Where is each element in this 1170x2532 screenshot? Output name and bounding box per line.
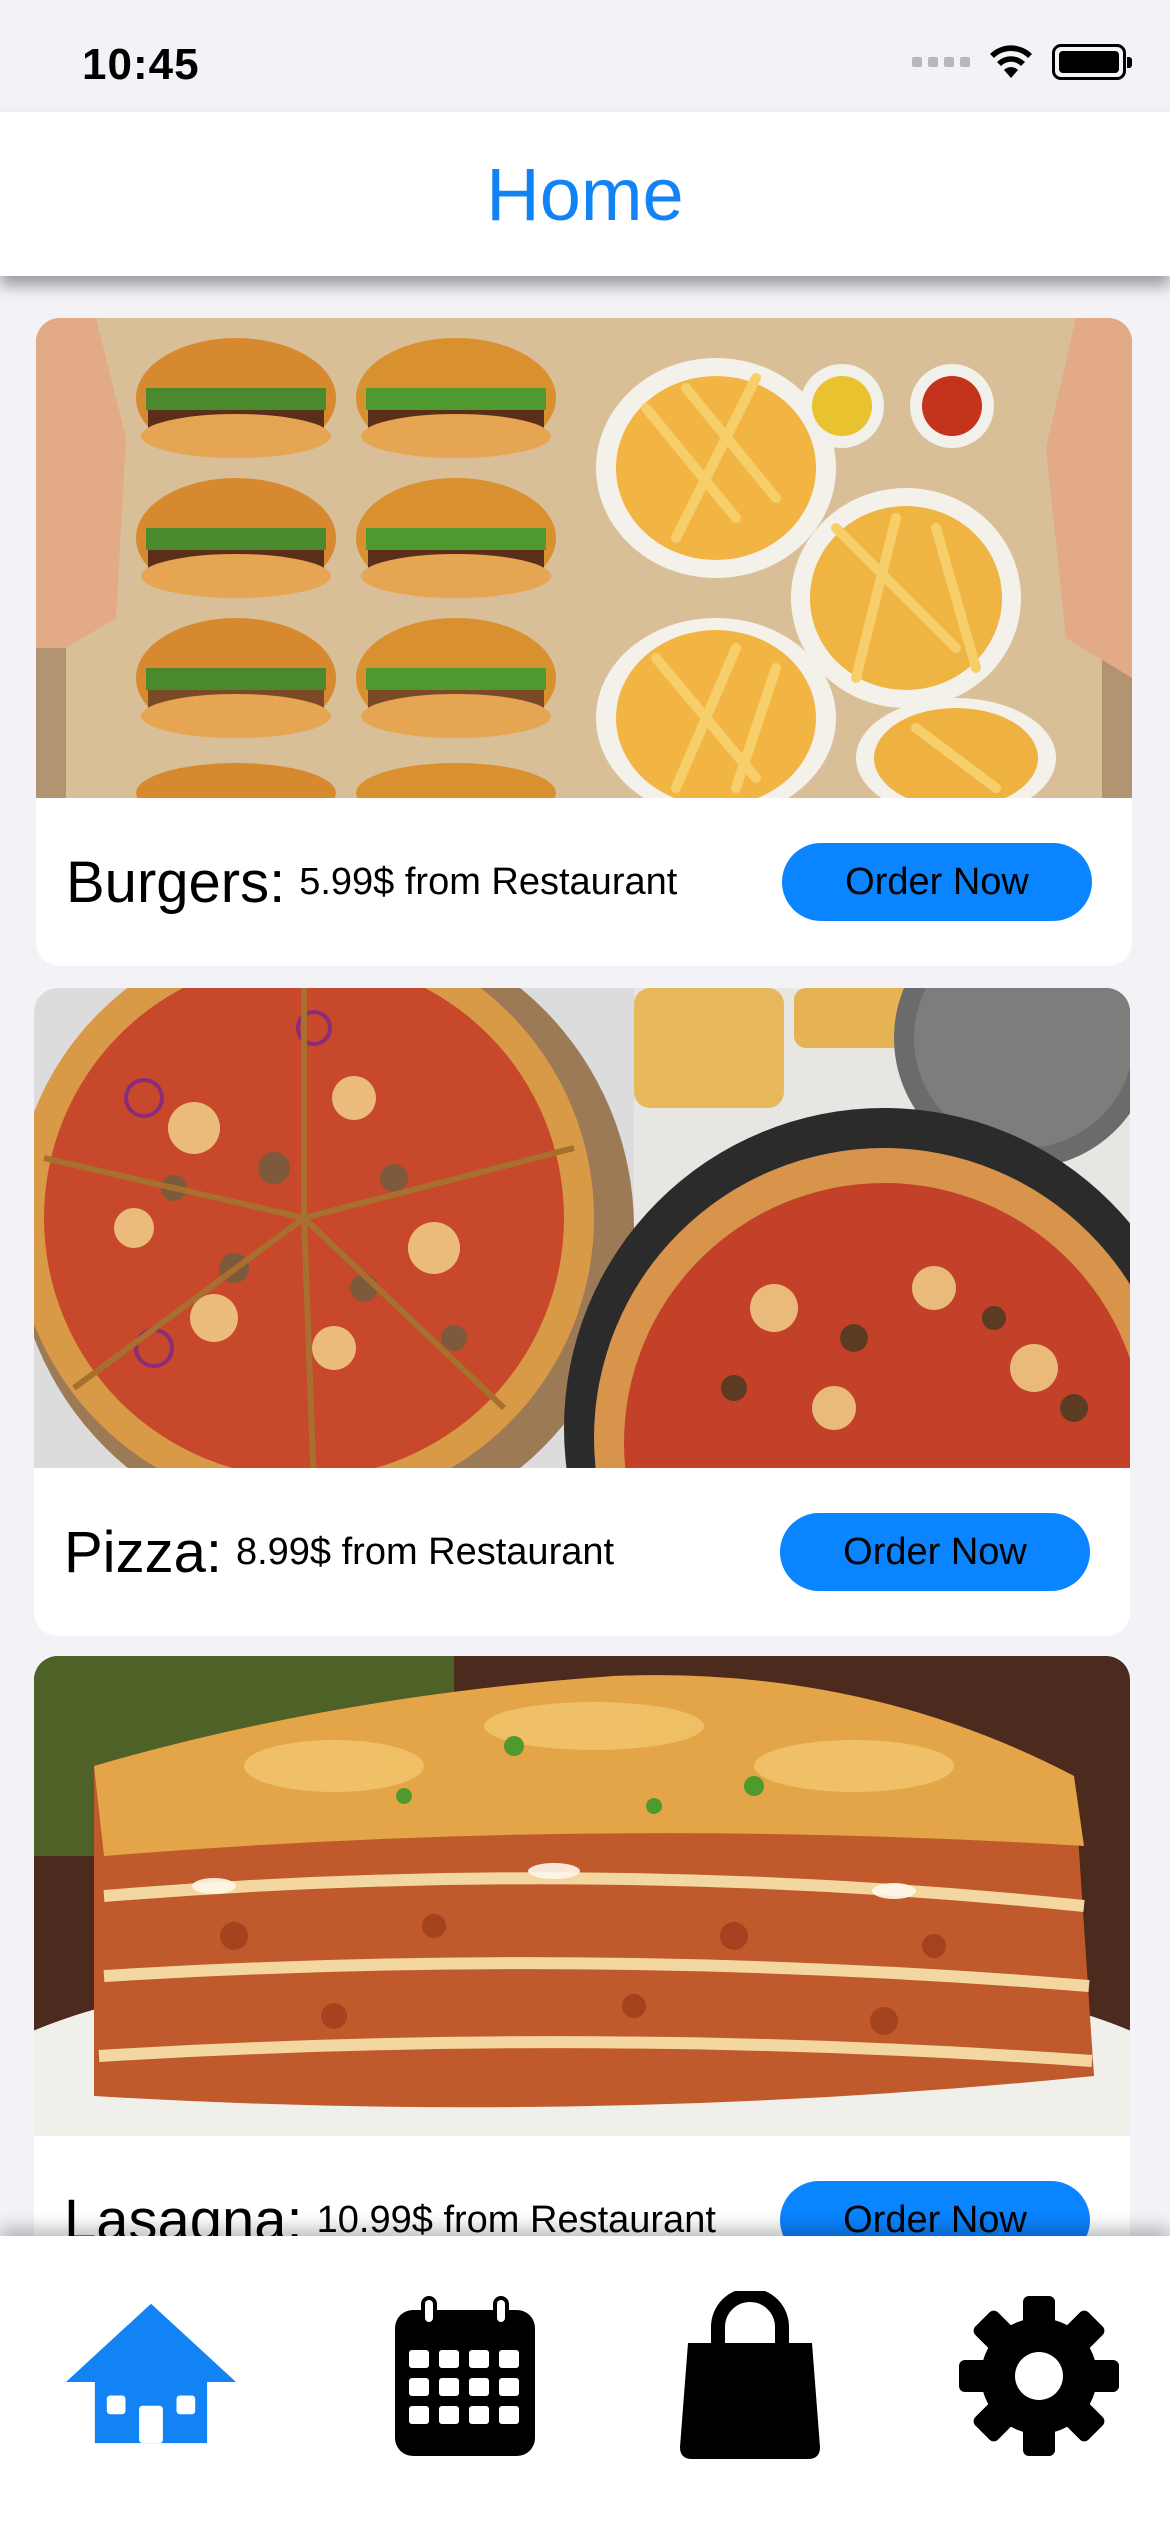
pizza-image: [34, 988, 1130, 1468]
status-bar: 10:45: [0, 0, 1170, 112]
order-now-button[interactable]: Order Now: [780, 2181, 1090, 2236]
shopping-bag-icon: [680, 2291, 820, 2459]
tab-shopping[interactable]: [665, 2286, 835, 2466]
food-name: Burgers:: [66, 849, 286, 915]
tab-home[interactable]: [66, 2286, 236, 2466]
home-icon: [66, 2303, 236, 2444]
battery-icon: [1052, 44, 1132, 80]
status-icons: [912, 44, 1132, 80]
burgers-image: [36, 318, 1132, 798]
page-title: Home: [486, 152, 684, 236]
wifi-icon: [990, 45, 1032, 78]
lasagna-image: [34, 1656, 1130, 2136]
food-name: Lasagna:: [64, 2187, 303, 2237]
food-feed[interactable]: Burgers: 5.99$ from Restaurant Order Now: [0, 276, 1170, 2236]
order-now-button[interactable]: Order Now: [780, 1513, 1090, 1591]
status-time: 10:45: [82, 40, 200, 89]
food-card-lasagna[interactable]: Lasagna: 10.99$ from Restaurant Order No…: [34, 1656, 1130, 2236]
food-card-burgers[interactable]: Burgers: 5.99$ from Restaurant Order Now: [36, 318, 1132, 966]
food-card-pizza[interactable]: Pizza: 8.99$ from Restaurant Order Now: [34, 988, 1130, 1636]
card-info: Lasagna: 10.99$ from Restaurant Order No…: [34, 2136, 1130, 2236]
card-info: Burgers: 5.99$ from Restaurant Order Now: [36, 798, 1132, 966]
food-price: 8.99$ from Restaurant: [235, 1530, 615, 1573]
food-name: Pizza:: [64, 1519, 222, 1585]
calendar-icon: [395, 2296, 535, 2456]
food-price: 10.99$ from Restaurant: [316, 2198, 716, 2237]
order-now-button[interactable]: Order Now: [782, 843, 1092, 921]
cellular-signal-icon: [912, 57, 970, 67]
navigation-header: Home: [0, 112, 1170, 276]
tab-bar: [0, 2236, 1170, 2532]
food-price: 5.99$ from Restaurant: [299, 860, 678, 903]
tab-calendar[interactable]: [380, 2286, 550, 2466]
tab-settings[interactable]: [954, 2286, 1124, 2466]
gear-icon: [959, 2296, 1119, 2456]
card-info: Pizza: 8.99$ from Restaurant Order Now: [34, 1468, 1130, 1636]
